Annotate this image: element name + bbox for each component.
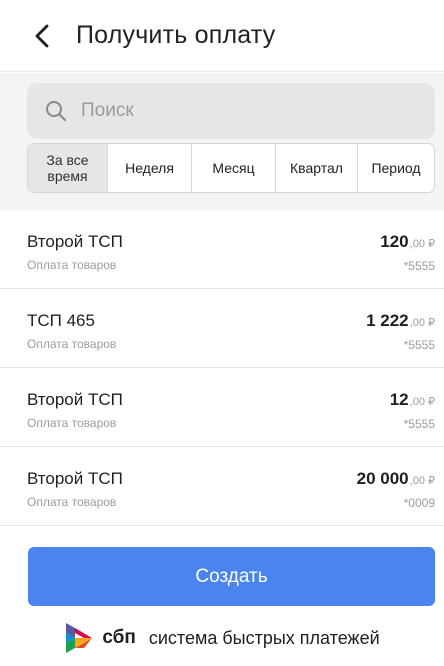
tab-month[interactable]: Месяц xyxy=(192,144,276,192)
payment-amount-cents: ,00 ₽ xyxy=(409,475,435,487)
payment-amount-main: 12 xyxy=(389,390,409,409)
payment-amount: 20 000,00 ₽ xyxy=(357,469,435,489)
sbp-footer: сбп система быстрых платежей xyxy=(0,618,444,658)
back-button[interactable] xyxy=(28,22,56,50)
tab-all-time[interactable]: За все время xyxy=(28,144,108,192)
tab-week-label: Неделя xyxy=(125,160,174,176)
page-title: Получить оплату xyxy=(76,21,276,49)
payment-description: Оплата товаров xyxy=(27,495,117,509)
payment-description: Оплата товаров xyxy=(27,416,117,430)
filter-area: За все время Неделя Месяц Квартал Период xyxy=(0,73,444,210)
tab-quarter[interactable]: Квартал xyxy=(276,144,358,192)
payment-amount-cents: ,00 ₽ xyxy=(409,317,435,329)
payment-name: ТСП 465 xyxy=(27,311,95,330)
sbp-text: система быстрых платежей xyxy=(148,627,380,648)
payment-card: *5555 xyxy=(403,259,435,273)
tab-all-time-label: За все время xyxy=(46,152,89,184)
search-icon xyxy=(46,101,67,122)
payment-description: Оплата товаров xyxy=(27,258,117,272)
create-button[interactable]: Создать xyxy=(28,547,435,606)
payment-amount-main: 20 000 xyxy=(356,469,409,488)
sbp-brand: сбп xyxy=(102,627,136,648)
payment-row[interactable]: Второй ТСП Оплата товаров 12,00 ₽ *5555 xyxy=(0,368,444,447)
payment-row[interactable]: ТСП 465 Оплата товаров 1 222,00 ₽ *5555 xyxy=(0,289,444,368)
search-bar[interactable] xyxy=(27,83,435,139)
payment-description: Оплата товаров xyxy=(27,337,117,351)
chevron-left-icon xyxy=(35,24,49,47)
tab-quarter-label: Квартал xyxy=(290,160,343,176)
payment-card: *5555 xyxy=(403,417,435,431)
payment-amount: 12,00 ₽ xyxy=(390,390,435,410)
tab-period-label: Период xyxy=(371,160,421,176)
payment-amount-cents: ,00 ₽ xyxy=(409,238,435,250)
payment-name: Второй ТСП xyxy=(27,390,123,409)
payment-amount-cents: ,00 ₽ xyxy=(409,396,435,408)
tab-period[interactable]: Период xyxy=(358,144,434,192)
payment-name: Второй ТСП xyxy=(27,232,123,251)
payment-row[interactable]: Второй ТСП Оплата товаров 120,00 ₽ *5555 xyxy=(0,210,444,289)
payment-card: *0009 xyxy=(403,496,435,510)
tab-month-label: Месяц xyxy=(212,160,255,176)
sbp-logo-icon xyxy=(66,623,93,653)
header: Получить оплату xyxy=(0,0,444,72)
payment-row[interactable]: Второй ТСП Оплата товаров 20 000,00 ₽ *0… xyxy=(0,447,444,526)
payment-card: *5555 xyxy=(403,338,435,352)
payment-amount: 120,00 ₽ xyxy=(380,232,435,252)
payment-amount: 1 222,00 ₽ xyxy=(366,311,435,331)
payment-amount-main: 120 xyxy=(380,232,409,251)
payment-name: Второй ТСП xyxy=(27,469,123,488)
search-input[interactable] xyxy=(79,99,413,123)
tab-week[interactable]: Неделя xyxy=(108,144,192,192)
payment-list: Второй ТСП Оплата товаров 120,00 ₽ *5555… xyxy=(0,210,444,526)
period-tabs: За все время Неделя Месяц Квартал Период xyxy=(27,143,435,193)
payment-amount-main: 1 222 xyxy=(366,311,409,330)
